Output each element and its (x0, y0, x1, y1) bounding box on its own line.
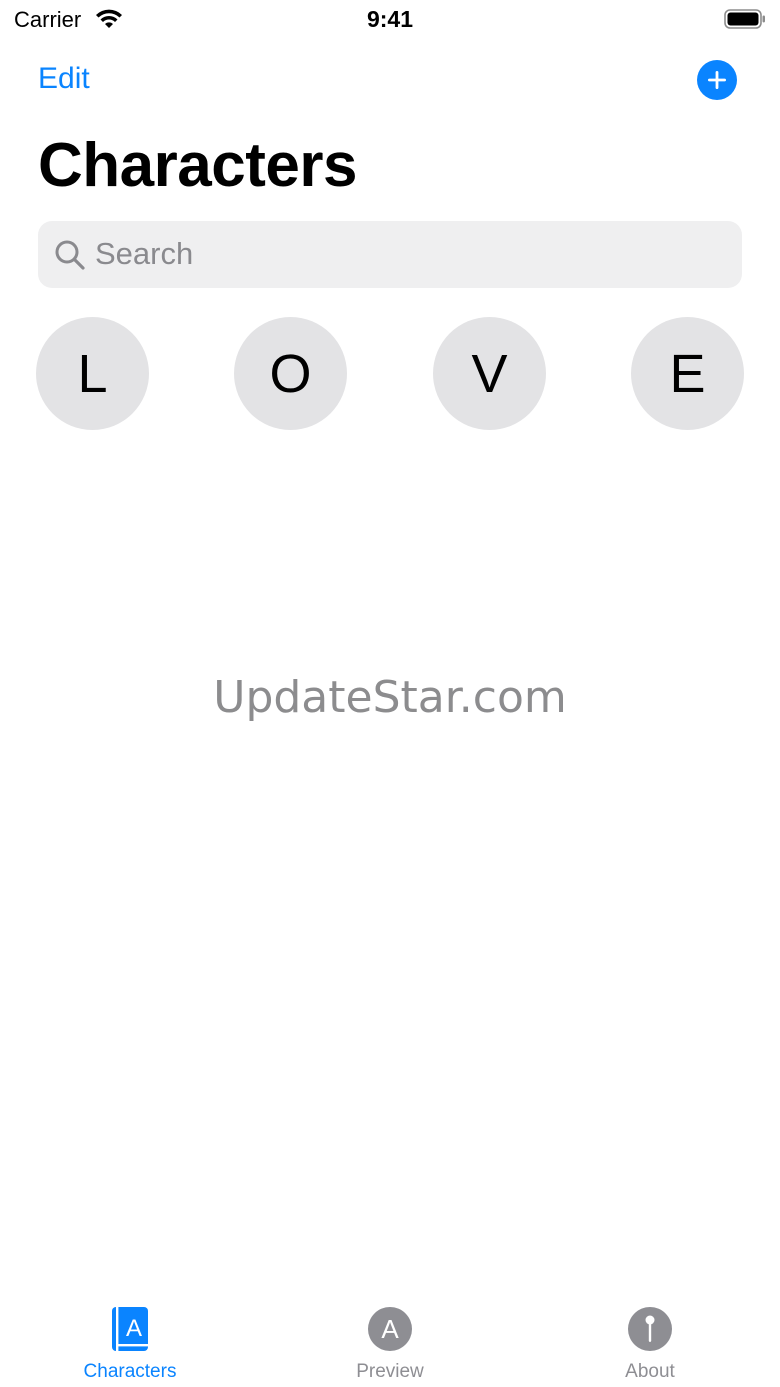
character-bubble-e[interactable]: E (631, 317, 744, 430)
pin-circle-icon (628, 1307, 672, 1351)
book-character-icon: A (112, 1307, 148, 1351)
battery-icon (724, 9, 765, 29)
tab-label: Characters (83, 1361, 177, 1382)
character-bubble-o[interactable]: O (234, 317, 347, 430)
character-list: L O V E (36, 317, 744, 430)
tab-label: Preview (356, 1361, 424, 1382)
search-input[interactable] (95, 229, 725, 279)
status-bar: Carrier 9:41 (0, 0, 780, 40)
tab-about[interactable]: About (520, 1290, 780, 1387)
tab-characters[interactable]: A Characters (0, 1290, 260, 1387)
page-title: Characters (38, 131, 357, 200)
character-circle-icon: A (368, 1307, 412, 1351)
character-bubble-v[interactable]: V (433, 317, 546, 430)
character-bubble-l[interactable]: L (36, 317, 149, 430)
status-time: 9:41 (366, 6, 414, 32)
edit-button[interactable]: Edit (38, 62, 90, 96)
search-bar[interactable] (38, 221, 742, 288)
svg-text:A: A (381, 1314, 399, 1344)
tab-label: About (625, 1361, 675, 1382)
svg-text:A: A (126, 1315, 142, 1342)
tab-preview[interactable]: A Preview (260, 1290, 520, 1387)
tab-bar: A Characters A Preview About (0, 1290, 780, 1387)
add-character-button[interactable] (697, 60, 737, 100)
search-icon (55, 240, 85, 270)
plus-icon (708, 71, 726, 89)
watermark: UpdateStar.com (213, 672, 567, 723)
